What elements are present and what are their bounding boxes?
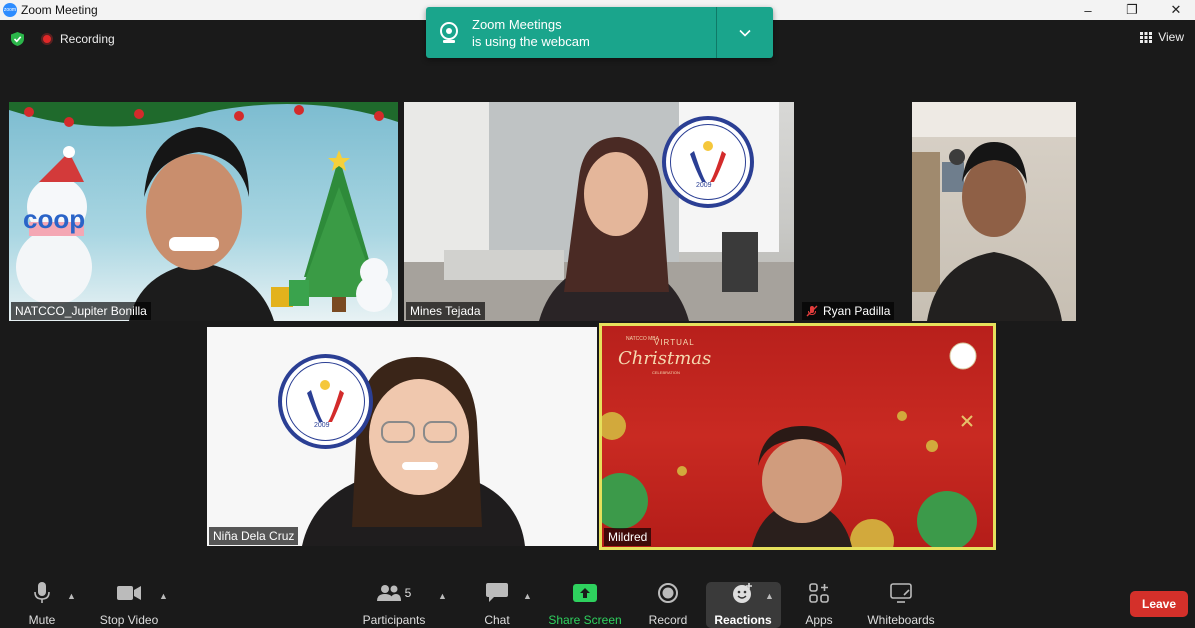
view-button[interactable]: View	[1140, 30, 1184, 44]
video-tile-mines[interactable]: 2009 Mines Tejada	[404, 102, 794, 321]
stop-video-button[interactable]: Stop Video	[98, 581, 160, 627]
notification-line2: is using the webcam	[472, 33, 590, 49]
video-tile-nina[interactable]: 2009 Niña Dela Cruz	[207, 327, 597, 546]
leave-button[interactable]: Leave	[1130, 591, 1188, 617]
participants-options-caret[interactable]: ▲	[438, 591, 447, 601]
room-background-image	[912, 102, 1076, 321]
recording-label: Recording	[60, 32, 115, 46]
video-camera-icon	[117, 581, 141, 604]
webcam-icon	[426, 7, 472, 58]
apps-label: Apps	[805, 613, 833, 627]
participants-button[interactable]: 5 Participants	[360, 581, 428, 627]
smiley-plus-icon	[732, 581, 754, 604]
coop-logo: coop	[23, 204, 86, 234]
nina-video-image	[302, 357, 525, 546]
christmas-label: Christmas	[618, 348, 712, 369]
chat-button[interactable]: Chat	[482, 581, 512, 627]
seal-year: 2009	[314, 422, 330, 429]
video-tile-ryan[interactable]: Ryan Padilla	[800, 102, 1186, 321]
stop-video-label: Stop Video	[99, 613, 159, 627]
participants-label: Participants	[362, 613, 426, 627]
recording-indicator[interactable]: Recording	[41, 32, 115, 46]
chat-options-caret[interactable]: ▲	[523, 591, 532, 601]
participant-name-label: Mildred	[604, 528, 652, 546]
participant-name-text: Ryan Padilla	[823, 304, 891, 318]
reactions-options-caret[interactable]: ▲	[765, 591, 774, 601]
mute-button[interactable]: Mute	[25, 581, 59, 627]
reactions-label: Reactions	[714, 613, 772, 627]
share-screen-label: Share Screen	[548, 613, 622, 627]
record-label: Record	[648, 613, 688, 627]
chevron-down-icon	[739, 29, 751, 37]
video-options-caret[interactable]: ▲	[159, 591, 168, 601]
chat-bubble-icon	[486, 581, 508, 604]
notification-text: Zoom Meetings is using the webcam	[472, 16, 716, 50]
close-button[interactable]: ✕	[1154, 0, 1195, 20]
microphone-icon	[34, 581, 50, 604]
grid-view-icon	[1140, 31, 1153, 43]
recording-dot-icon	[41, 33, 53, 45]
participant-name-label: Ryan Padilla	[802, 302, 895, 320]
participants-icon-group: 5	[376, 581, 412, 604]
share-screen-icon	[573, 581, 597, 604]
whiteboards-label: Whiteboards	[867, 613, 935, 627]
virtual-label: VIRTUAL	[654, 338, 695, 347]
mba-seal-logo: 2009	[662, 116, 754, 208]
participants-count: 5	[404, 585, 412, 600]
participant-name-label: Mines Tejada	[406, 302, 485, 320]
seal-year: 2009	[696, 182, 712, 189]
view-label: View	[1158, 30, 1184, 44]
participant-name-label: NATCCO_Jupiter Bonilla	[11, 302, 151, 320]
video-tile-mildred[interactable]: NATCCO MBA VIRTUAL Christmas CELEBRATION…	[599, 323, 996, 550]
reactions-button[interactable]: Reactions	[714, 581, 772, 627]
seal-emblem-icon	[690, 141, 726, 182]
video-tile-jupiter[interactable]: coop NATCCO_Jupiter Bonilla	[9, 102, 398, 321]
whiteboard-icon	[890, 581, 912, 604]
share-screen-button[interactable]: Share Screen	[548, 581, 622, 627]
apps-button[interactable]: Apps	[802, 581, 836, 627]
restore-button[interactable]: ❐	[1110, 0, 1154, 20]
mba-seal-logo: 2009	[278, 354, 373, 449]
seal-emblem-icon	[307, 380, 344, 422]
record-button[interactable]: Record	[648, 581, 688, 627]
participants-icon	[376, 584, 401, 601]
minimize-button[interactable]: –	[1066, 0, 1110, 20]
zoom-app-icon: zoom	[3, 3, 17, 17]
notification-expand-button[interactable]	[717, 29, 773, 37]
chat-label: Chat	[484, 613, 510, 627]
apps-icon	[809, 581, 829, 604]
ryan-video-feed	[912, 102, 1076, 321]
muted-mic-icon	[806, 305, 818, 317]
notification-line1: Zoom Meetings	[472, 16, 562, 32]
shield-icon[interactable]	[11, 32, 24, 46]
audio-options-caret[interactable]: ▲	[67, 591, 76, 601]
mute-label: Mute	[28, 613, 56, 627]
whiteboards-button[interactable]: Whiteboards	[866, 581, 936, 627]
record-icon	[657, 581, 679, 604]
window-title: Zoom Meeting	[21, 3, 98, 17]
webcam-notification[interactable]: Zoom Meetings is using the webcam	[426, 7, 773, 58]
participant-name-label: Niña Dela Cruz	[209, 527, 299, 545]
celebration-label: CELEBRATION	[652, 370, 680, 375]
